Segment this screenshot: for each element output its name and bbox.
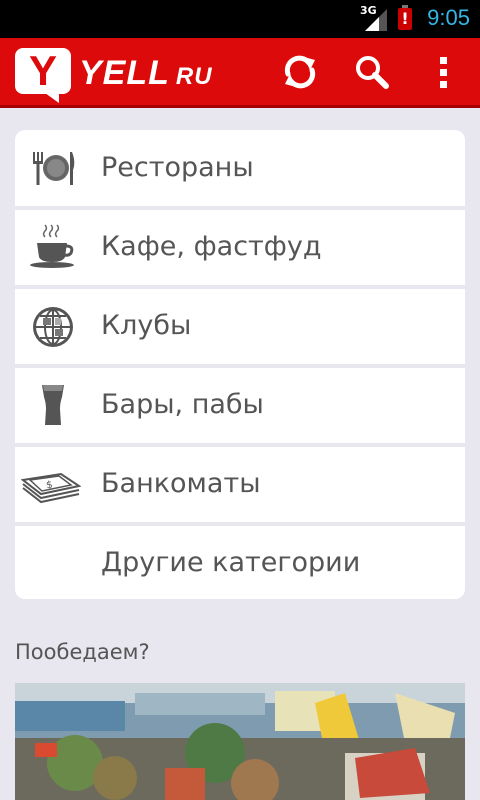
category-item-other[interactable]: Другие категории: [15, 525, 465, 599]
logo-domain: RU: [175, 63, 213, 90]
beer-glass-icon: [42, 385, 64, 425]
plate-cutlery-icon: [33, 152, 75, 185]
logo-letter: Y: [15, 48, 71, 103]
action-bar: Y YELL RU: [0, 38, 480, 108]
category-label: Рестораны: [101, 152, 254, 183]
category-item-restaurants[interactable]: Рестораны: [15, 130, 465, 210]
category-item-bars[interactable]: Бары, пабы: [15, 367, 465, 447]
clock: 9:05: [427, 5, 470, 30]
battery-alert-icon: !: [398, 5, 412, 30]
category-label: Бары, пабы: [101, 389, 264, 420]
promo-image[interactable]: [15, 683, 465, 800]
cash-banknotes-icon: $: [21, 472, 81, 504]
category-item-atm[interactable]: $ Банкоматы: [15, 446, 465, 526]
category-list: Рестораны Кафе, фастфуд Клубы Бары, пабы…: [15, 130, 465, 599]
disco-ball-icon: [33, 307, 73, 347]
logo-name: YELL: [79, 54, 170, 92]
refresh-icon[interactable]: [280, 52, 320, 92]
overflow-menu-icon[interactable]: [424, 52, 464, 92]
restaurant-photo: [15, 683, 465, 800]
section-title: Пообедаем?: [15, 640, 150, 664]
category-item-cafe[interactable]: Кафе, фастфуд: [15, 209, 465, 289]
category-item-clubs[interactable]: Клубы: [15, 288, 465, 368]
coffee-cup-icon: [30, 224, 74, 268]
category-label: Клубы: [101, 310, 192, 341]
category-label: Кафе, фастфуд: [101, 231, 322, 262]
search-icon[interactable]: [352, 52, 392, 92]
signal-strength-icon: [365, 9, 387, 31]
category-label: Другие категории: [101, 547, 361, 578]
status-bar: 3G ! 9:05: [0, 0, 480, 38]
logo-wordmark: YELL RU: [79, 54, 213, 93]
category-label: Банкоматы: [101, 468, 261, 499]
